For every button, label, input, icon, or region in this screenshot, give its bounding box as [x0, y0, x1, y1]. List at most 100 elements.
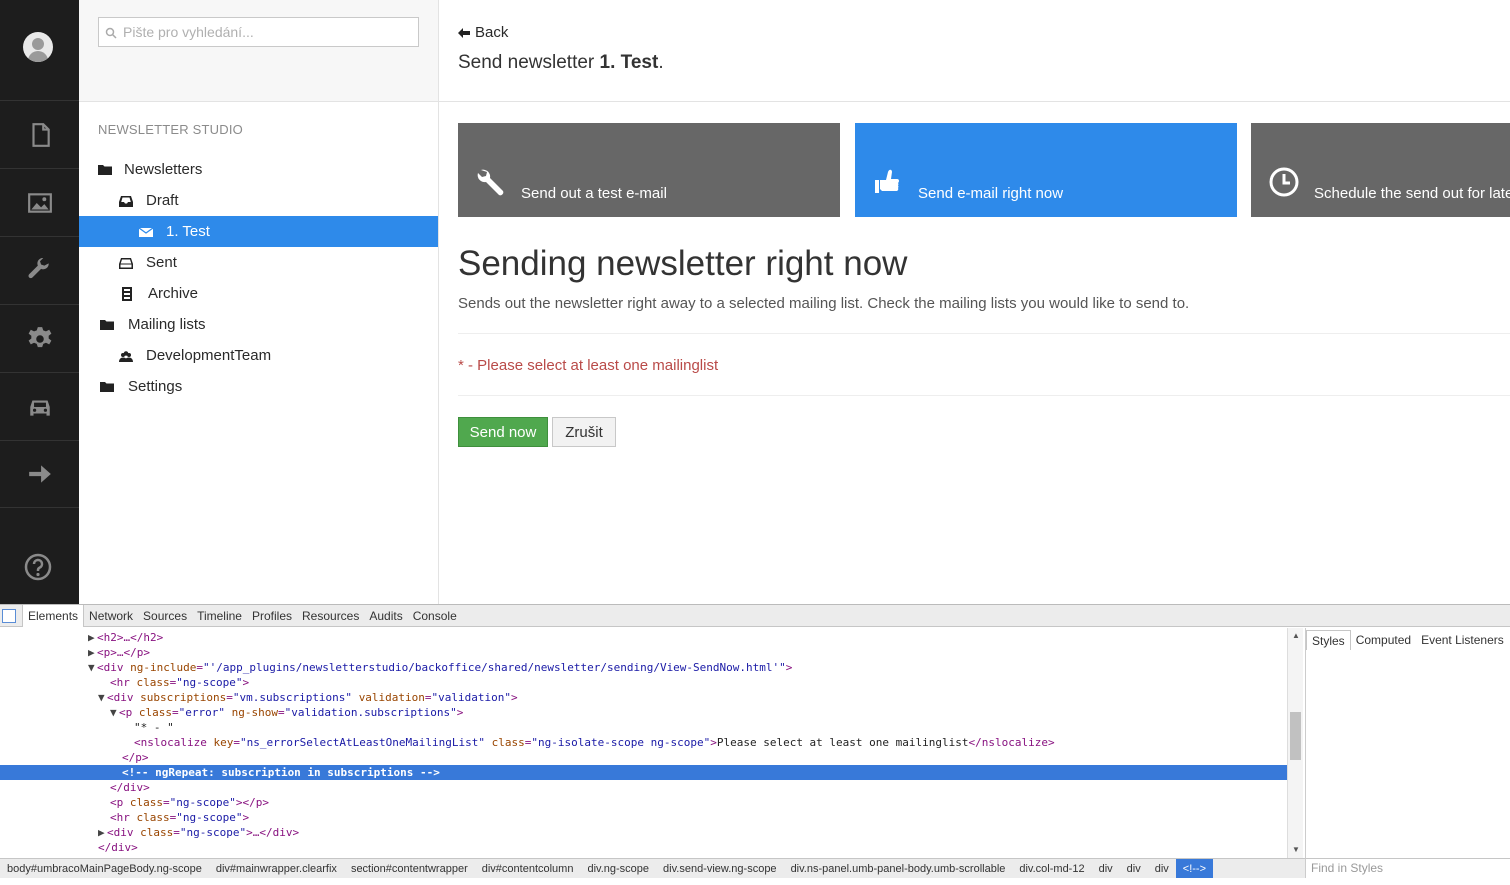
dom-value: "ng-scope": [176, 676, 243, 689]
devtools-tabbar: Elements Network Sources Timeline Profil…: [0, 604, 1510, 627]
dom-node[interactable]: </div>: [0, 840, 1287, 855]
forms-section-button[interactable]: [0, 440, 79, 508]
collapse-triangle-icon[interactable]: ▼: [98, 690, 107, 705]
media-section-button[interactable]: [0, 168, 79, 236]
dom-value: "ns_errorSelectAtLeastOneMailingList": [239, 736, 486, 749]
send-now-button[interactable]: Send now: [458, 417, 548, 447]
breadcrumb-item-active[interactable]: <!-->: [1175, 859, 1214, 878]
collapse-triangle-icon[interactable]: ▼: [110, 705, 119, 720]
tree-item-settings[interactable]: Settings: [79, 371, 438, 402]
tree-item-developmentteam[interactable]: DevelopmentTeam: [79, 340, 438, 371]
tree-item-label: Sent: [146, 254, 177, 271]
dom-attr: class: [140, 826, 174, 839]
dom-node[interactable]: <nslocalize key="ns_errorSelectAtLeastOn…: [0, 735, 1287, 750]
tab-timeline[interactable]: Timeline: [192, 605, 247, 627]
dom-node[interactable]: "* - ": [0, 720, 1287, 735]
dom-node-selected[interactable]: <!-- ngRepeat: subscription in subscript…: [0, 765, 1287, 780]
dom-node[interactable]: <hr class="ng-scope">: [0, 675, 1287, 690]
dom-attr: ng-show: [231, 706, 278, 719]
breadcrumb-item[interactable]: div.send-view.ng-scope: [656, 859, 784, 878]
car-icon: [29, 400, 50, 416]
dom-comment: <!-- ngRepeat: subscription in subscript…: [122, 766, 440, 779]
collapse-triangle-icon[interactable]: ▼: [88, 660, 97, 675]
developer-section-button[interactable]: [0, 304, 79, 372]
tab-styles[interactable]: Styles: [1306, 630, 1351, 650]
send-now-tile[interactable]: Send e-mail right now: [855, 123, 1237, 217]
breadcrumb-item[interactable]: div: [1120, 859, 1148, 878]
members-section-button[interactable]: [0, 372, 79, 440]
expand-triangle-icon[interactable]: ▶: [98, 825, 107, 840]
settings-section-button[interactable]: [0, 236, 79, 304]
dom-equals: =: [173, 826, 180, 839]
dom-node[interactable]: ▶ <div class="ng-scope">…</div>: [0, 825, 1287, 840]
dom-tag: <div: [107, 691, 141, 704]
breadcrumb-item[interactable]: div.ng-scope: [580, 859, 656, 878]
tree-item-sent[interactable]: Sent: [79, 247, 438, 278]
dom-attr: validation: [358, 691, 425, 704]
send-test-email-tile[interactable]: Send out a test e-mail: [458, 123, 840, 217]
inspect-element-icon[interactable]: [2, 608, 16, 623]
help-icon[interactable]: [24, 553, 52, 581]
breadcrumb-item[interactable]: body#umbracoMainPageBody.ng-scope: [0, 859, 209, 878]
dom-node[interactable]: </p>: [0, 750, 1287, 765]
dom-node[interactable]: ▶ <h2>…</h2>: [0, 630, 1287, 645]
dom-breadcrumb: body#umbracoMainPageBody.ng-scope div#ma…: [0, 858, 1305, 878]
dom-node[interactable]: ▼ <div ng-include="'/app_plugins/newslett…: [0, 660, 1287, 675]
dom-node[interactable]: ▶ <p>…</p>: [0, 645, 1287, 660]
dom-attr: class: [138, 706, 172, 719]
tile-label: Send out a test e-mail: [521, 185, 667, 202]
scrollbar-thumb[interactable]: [1290, 712, 1301, 760]
dom-tag: <hr: [110, 811, 137, 824]
tab-audits[interactable]: Audits: [364, 605, 407, 627]
breadcrumb-item[interactable]: div#contentcolumn: [475, 859, 581, 878]
page-title-prefix: Send newsletter: [458, 52, 595, 73]
page-title-name: 1. Test: [599, 52, 659, 73]
dom-node[interactable]: <hr class="ng-scope">: [0, 810, 1287, 825]
tree-item-1-test[interactable]: 1. Test: [79, 216, 438, 247]
dom-node[interactable]: ▼ <p class="error" ng-show="validation.su…: [0, 705, 1287, 720]
content-section-button[interactable]: [0, 100, 79, 168]
search-input[interactable]: [123, 18, 413, 46]
breadcrumb-item[interactable]: div: [1148, 859, 1176, 878]
breadcrumb-item[interactable]: div.col-md-12: [1012, 859, 1091, 878]
expand-triangle-icon[interactable]: ▶: [88, 630, 97, 645]
breadcrumb-item[interactable]: section#contentwrapper: [344, 859, 475, 878]
cancel-button[interactable]: Zrušit: [552, 417, 616, 447]
dom-node[interactable]: ▼ <div subscriptions="vm.subscriptions" v…: [0, 690, 1287, 705]
tab-event-listeners[interactable]: Event Listeners: [1416, 630, 1509, 650]
dom-node[interactable]: </div>: [0, 780, 1287, 795]
scroll-up-icon[interactable]: ▲: [1292, 632, 1300, 640]
tab-profiles[interactable]: Profiles: [247, 605, 297, 627]
archive-icon: [122, 286, 132, 301]
tree-item-archive[interactable]: Archive: [79, 278, 438, 309]
tree-item-draft[interactable]: Draft: [79, 185, 438, 216]
styles-tabbar: Styles Computed Event Listeners: [1306, 630, 1509, 650]
back-link[interactable]: Back: [458, 24, 508, 41]
dom-value: "'/app_plugins/newsletterstudio/backoffi…: [202, 661, 786, 674]
dom-scrollbar[interactable]: ▲ ▼: [1287, 628, 1303, 858]
tab-computed[interactable]: Computed: [1351, 630, 1416, 650]
schedule-send-tile[interactable]: Schedule the send out for later: [1251, 123, 1510, 217]
search-box[interactable]: [98, 17, 419, 47]
document-icon: [31, 122, 50, 147]
tab-sources[interactable]: Sources: [138, 605, 192, 627]
tree-item-newsletters[interactable]: Newsletters: [79, 154, 438, 185]
find-in-styles-input[interactable]: [1306, 859, 1506, 877]
tab-network[interactable]: Network: [84, 605, 138, 627]
validation-error: * - Please select at least one mailingli…: [458, 357, 719, 374]
breadcrumb-item[interactable]: div: [1092, 859, 1120, 878]
page-title-suffix: .: [658, 52, 664, 73]
tab-resources[interactable]: Resources: [297, 605, 364, 627]
breadcrumb-item[interactable]: div.ns-panel.umb-panel-body.umb-scrollab…: [784, 859, 1013, 878]
scroll-down-icon[interactable]: ▼: [1292, 846, 1300, 854]
tab-elements[interactable]: Elements: [22, 604, 85, 627]
breadcrumb-item[interactable]: div#mainwrapper.clearfix: [209, 859, 344, 878]
divider: [458, 333, 1510, 334]
tab-console[interactable]: Console: [408, 605, 462, 627]
expand-triangle-icon[interactable]: ▶: [88, 645, 97, 660]
dom-value: "vm.subscriptions": [232, 691, 353, 704]
tree-item-mailing-lists[interactable]: Mailing lists: [79, 309, 438, 340]
avatar[interactable]: [23, 32, 53, 62]
dom-node[interactable]: <p class="ng-scope"></p>: [0, 795, 1287, 810]
arrow-left-icon: [458, 27, 470, 38]
